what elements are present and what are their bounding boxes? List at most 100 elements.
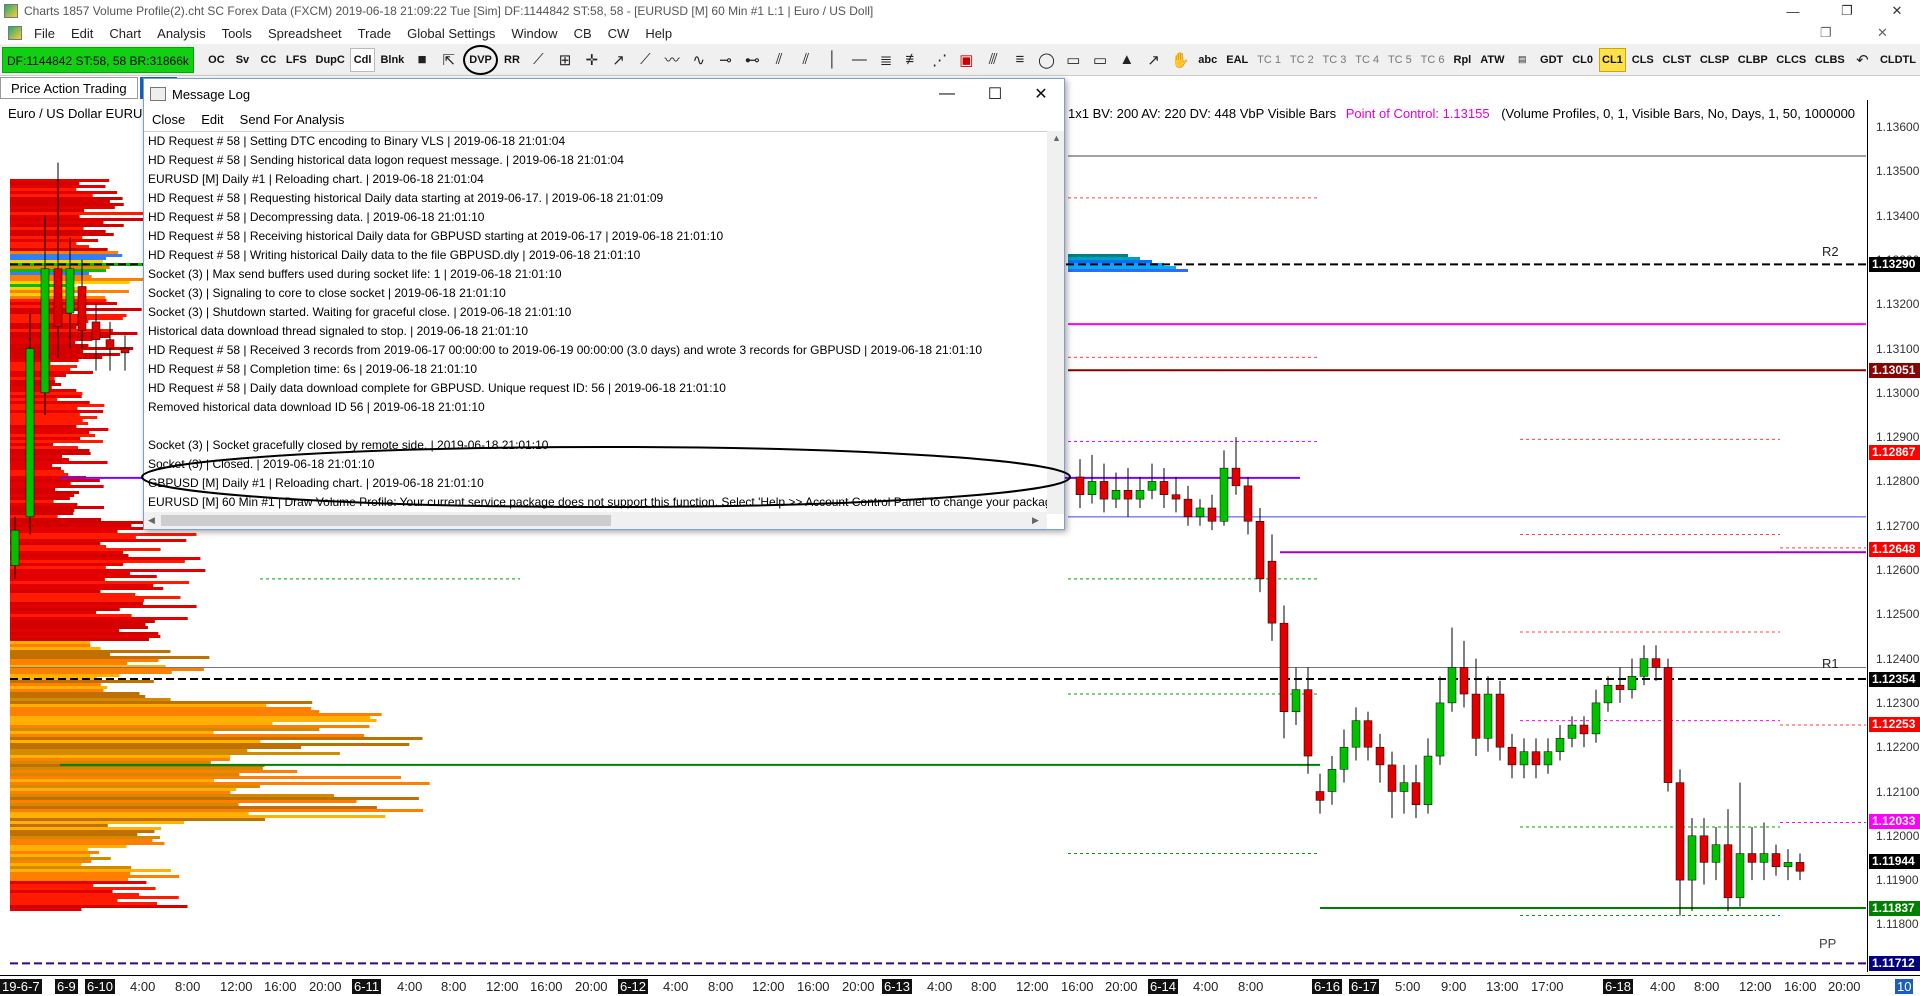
menu-spreadsheet[interactable]: Spreadsheet [260,26,350,41]
cldtl-button[interactable]: CLDTL [1877,48,1919,72]
candle-body [1303,689,1313,757]
cl0-button[interactable]: CL0 [1569,48,1597,72]
tc6-button[interactable]: TC 6 [1417,48,1448,72]
menu-analysis[interactable]: Analysis [149,26,213,41]
stop-icon[interactable]: ■ [410,48,435,72]
close-button[interactable]: ✕ [1874,0,1920,22]
menu-cb[interactable]: CB [566,26,600,41]
candle-body [1543,751,1553,766]
lfs-button[interactable]: LFS [282,48,310,72]
message-log-icon [150,87,166,101]
fib-retrace-icon[interactable]: ≣ [874,48,899,72]
horizontal-scroll-thumb[interactable] [161,515,611,526]
log-line: Socket (3) | Max send buffers used durin… [148,267,562,281]
fan-icon[interactable]: ⋰ [927,48,952,72]
volume-profile-bar [10,494,75,497]
ray-icon[interactable]: ↗ [606,48,631,72]
menu-cw[interactable]: CW [600,26,638,41]
message-log-window[interactable]: Message Log — ☐ ✕ Close Edit Send For An… [141,78,1071,530]
arrow-icon[interactable]: ↗ [1141,48,1166,72]
oc-button[interactable]: OC [204,48,228,72]
scroll-right-icon[interactable]: ▶ [1032,515,1039,526]
cdl-button[interactable]: Cdl [350,47,375,72]
vertical-scrollbar[interactable]: ▲ [1047,131,1064,514]
menu-edit[interactable]: Edit [63,26,101,41]
message-log-close-button[interactable]: ✕ [1018,79,1064,109]
menu-help[interactable]: Help [637,26,680,41]
zigzag-icon[interactable]: 〰 [660,48,685,72]
menu-global-settings[interactable]: Global Settings [399,26,503,41]
volume-profile-bar [10,605,197,608]
cl1-button[interactable]: CL1 [1598,47,1627,72]
cls-button[interactable]: CLS [1628,48,1657,72]
tc1-button[interactable]: TC 1 [1254,48,1285,72]
hand-icon[interactable]: ✋ [1168,48,1193,72]
fib-extension-icon[interactable]: ≢ [900,48,925,72]
price-scale[interactable]: 1.136001.135001.134001.133001.132001.131… [1867,100,1920,972]
message-log-content[interactable]: HD Request # 58 | Setting DTC encoding t… [144,131,1064,514]
menu-trade[interactable]: Trade [350,26,399,41]
menu-chart[interactable]: Chart [101,26,149,41]
tvw-icon[interactable]: ▤ [1510,48,1535,72]
channel2-icon[interactable]: ⫽ [793,48,818,72]
vertical-line-icon[interactable]: │ [820,48,845,72]
clbs-button[interactable]: CLBS [1812,48,1849,72]
message-log-menu-edit[interactable]: Edit [193,112,231,127]
rpl-button[interactable]: Rpl [1450,48,1475,72]
mdi-restore-icon[interactable]: ❐ [1820,25,1832,41]
horizontal-line-icon[interactable]: — [847,48,872,72]
extended-line-icon[interactable]: ⟋ [633,48,658,72]
channel-icon[interactable]: ⫽ [767,48,792,72]
message-log-menu-close[interactable]: Close [144,112,193,127]
clcs-button[interactable]: CLCS [1773,48,1810,72]
message-log-minimize-button[interactable]: — [924,79,970,109]
message-log-menu-send-for-analysis[interactable]: Send For Analysis [232,112,353,127]
horizontal-scrollbar[interactable]: ◀ ▶ [144,512,1047,529]
tc5-button[interactable]: TC 5 [1385,48,1416,72]
atw-button[interactable]: ATW [1477,48,1508,72]
ellipse-icon[interactable]: ◯ [1034,48,1059,72]
abc-button[interactable]: abc [1195,48,1221,72]
parallel-icon[interactable]: ⫻ [981,48,1006,72]
dupc-button[interactable]: DupC [312,48,348,72]
cc-button[interactable]: CC [256,48,280,72]
scroll-left-icon[interactable]: ◀ [148,515,155,526]
clbp-button[interactable]: CLBP [1735,48,1772,72]
dvp-button[interactable]: DVP [463,44,498,75]
horizontal-segment-icon[interactable]: ⊷ [740,48,765,72]
price-tag: 1.11944 [1869,853,1920,869]
line-draw-icon[interactable]: ⟋ [526,48,551,72]
minimize-button[interactable]: — [1770,0,1816,22]
rectangle-icon[interactable]: ▭ [1061,48,1086,72]
clsp-button[interactable]: CLSP [1697,48,1733,72]
menu-file[interactable]: File [26,26,63,41]
triangle-icon[interactable]: ▲ [1114,48,1139,72]
menu-window[interactable]: Window [503,26,565,41]
undo-icon[interactable]: ↶ [1850,48,1875,72]
candle-body [1723,844,1733,899]
sv-button[interactable]: Sv [230,48,254,72]
pointer-icon[interactable]: ⇱ [436,48,461,72]
blnk-button[interactable]: Blnk [377,48,408,72]
eal-button[interactable]: EAL [1223,48,1252,72]
scroll-up-icon[interactable]: ▲ [1052,133,1061,143]
rr-button[interactable]: RR [500,48,524,72]
mdi-close-icon[interactable]: ✕ [1877,25,1888,41]
tc3-button[interactable]: TC 3 [1319,48,1350,72]
horizontal-ray-icon[interactable]: ⊸ [713,48,738,72]
rectangle-ext-icon[interactable]: ▭ [1088,48,1113,72]
gdt-button[interactable]: GDT [1537,48,1567,72]
regression-icon[interactable]: ≡ [1007,48,1032,72]
time-axis[interactable]: 19-6-7 6-9 6-10 4:00 8:00 12:00 16:00 20:00 6-11… [0,975,1920,996]
zigzag2-icon[interactable]: ∿ [686,48,711,72]
tc2-button[interactable]: TC 2 [1286,48,1317,72]
measure-icon[interactable]: ⊞ [553,48,578,72]
message-log-maximize-button[interactable]: ☐ [972,79,1018,109]
restore-button[interactable]: ❐ [1824,0,1870,22]
alert-tool-icon[interactable]: ▣ [954,48,979,72]
tab-price-action-trading[interactable]: Price Action Trading [0,77,138,99]
clst-button[interactable]: CLST [1659,48,1694,72]
crosshair-icon[interactable]: ✛ [579,48,604,72]
tc4-button[interactable]: TC 4 [1352,48,1383,72]
menu-tools[interactable]: Tools [214,26,260,41]
